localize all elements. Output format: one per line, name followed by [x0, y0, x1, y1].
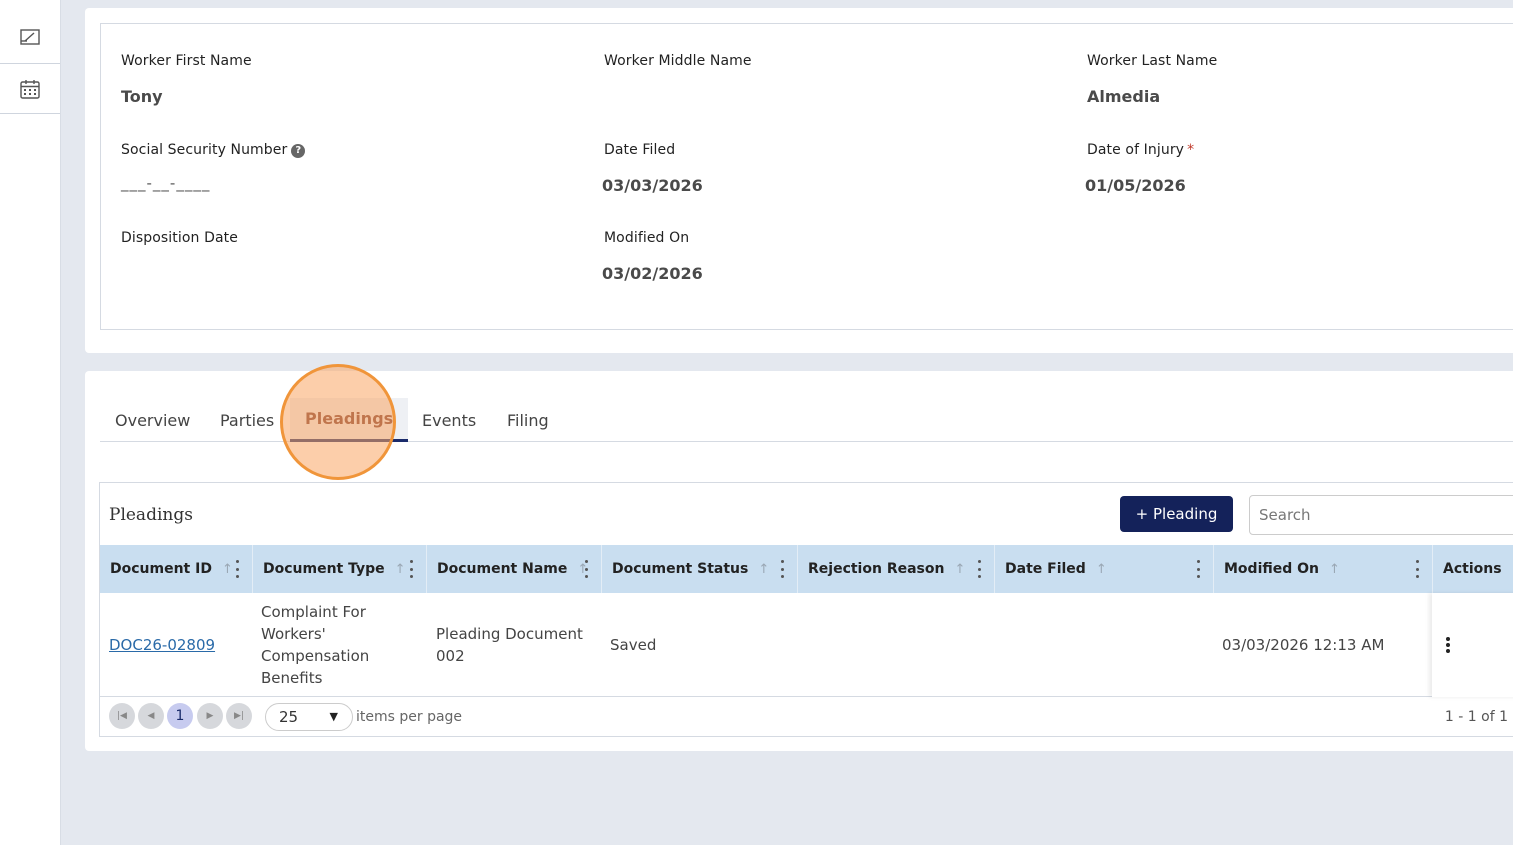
date-of-injury-field: Date of Injury * 01/05/2026: [1085, 142, 1195, 195]
sort-arrow-icon[interactable]: ↑: [395, 562, 406, 577]
first-page-icon[interactable]: |◀: [109, 703, 135, 729]
last-page-icon[interactable]: ▶|: [226, 703, 252, 729]
prev-page-icon[interactable]: ◀: [138, 703, 164, 729]
ssn-field: Social Security Number? ___-__-____: [121, 142, 306, 192]
column-label: Actions: [1443, 561, 1502, 577]
worker-last-name-value: Almedia: [1087, 87, 1161, 106]
column-label: Document ID: [110, 561, 212, 577]
date-filed-value: 03/03/2026: [602, 176, 703, 195]
cell-actions: [1432, 593, 1513, 697]
column-header-actions: Actions: [1433, 545, 1513, 593]
required-marker: *: [1187, 142, 1195, 158]
worker-first-name-field: Worker First Name Tony: [121, 53, 252, 106]
per-page-label: items per page: [356, 709, 463, 725]
next-page-icon[interactable]: ▶: [197, 703, 223, 729]
cell-document-id: DOC26-02809: [100, 593, 253, 697]
column-label: Document Type: [263, 561, 385, 577]
column-header-modified-on[interactable]: Modified On ↑: [1214, 545, 1433, 593]
cell-document-name: Pleading Document 002: [436, 625, 583, 665]
rail-item-notes[interactable]: [0, 0, 60, 64]
cell-document-type: Complaint For Workers' Compensation Bene…: [261, 603, 370, 687]
tab-events[interactable]: Events: [407, 398, 491, 442]
help-icon[interactable]: ?: [291, 144, 306, 158]
ssn-label: Social Security Number: [121, 142, 288, 158]
column-label: Date Filed: [1005, 561, 1086, 577]
sort-arrow-icon[interactable]: ↑: [954, 562, 965, 577]
disposition-date-label: Disposition Date: [121, 230, 238, 246]
page-size-select[interactable]: 25 ▼: [265, 703, 353, 731]
column-label: Document Name: [437, 561, 568, 577]
sort-arrow-icon[interactable]: ↑: [1329, 562, 1340, 577]
date-of-injury-value: 01/05/2026: [1085, 176, 1186, 195]
modified-on-value: 03/02/2026: [602, 264, 703, 283]
worker-info-panel: Worker First Name Tony Worker Middle Nam…: [100, 23, 1513, 330]
pager: |◀ ◀ 1 ▶ ▶| 25 ▼ items per page 1 - 1 of …: [100, 697, 1513, 737]
add-pleading-button[interactable]: + Pleading: [1120, 496, 1233, 532]
date-filed-label: Date Filed: [604, 142, 676, 158]
ssn-value: ___-__-____: [121, 174, 211, 192]
column-menu-icon[interactable]: [1197, 560, 1201, 578]
disposition-date-field: Disposition Date: [121, 230, 238, 264]
modified-on-field: Modified On 03/02/2026: [602, 230, 703, 283]
worker-first-name-value: Tony: [121, 87, 163, 106]
column-header-date-filed[interactable]: Date Filed ↑: [995, 545, 1214, 593]
worker-last-name-label: Worker Last Name: [1087, 53, 1218, 69]
caret-down-icon: ▼: [329, 710, 338, 723]
column-label: Modified On: [1224, 561, 1320, 577]
grid-toolbar: Pleadings + Pleading: [100, 483, 1513, 545]
left-rail: [0, 0, 61, 845]
worker-last-name-field: Worker Last Name Almedia: [1087, 53, 1217, 106]
column-menu-icon[interactable]: [978, 560, 982, 578]
calendar-icon: [20, 79, 40, 99]
modified-on-label: Modified On: [604, 230, 690, 246]
column-menu-icon[interactable]: [781, 560, 785, 578]
column-menu-icon[interactable]: [236, 560, 240, 578]
column-header-document-type[interactable]: Document Type ↑: [253, 545, 427, 593]
grid-title: Pleadings: [109, 505, 193, 525]
page-button-current[interactable]: 1: [167, 703, 193, 729]
worker-middle-name-field: Worker Middle Name: [604, 53, 752, 87]
date-filed-field: Date Filed 03/03/2026: [602, 142, 703, 195]
table-row: DOC26-02809 Complaint For Workers' Compe…: [100, 593, 1513, 697]
sort-arrow-icon[interactable]: ↑: [1096, 562, 1107, 577]
column-header-document-name[interactable]: Document Name ↑: [427, 545, 602, 593]
tab-filing[interactable]: Filing: [492, 398, 564, 442]
column-header-rejection-reason[interactable]: Rejection Reason ↑: [798, 545, 995, 593]
date-of-injury-label: Date of Injury: [1087, 142, 1185, 158]
cell-document-status: Saved: [610, 636, 657, 654]
page-size-value: 25: [279, 708, 299, 726]
column-label: Rejection Reason: [808, 561, 945, 577]
tab-overview[interactable]: Overview: [100, 398, 205, 442]
column-label: Document Status: [612, 561, 749, 577]
tab-parties[interactable]: Parties: [205, 398, 289, 442]
grid-header: Document ID ↑ Document Type ↑ Document Nam…: [100, 545, 1513, 593]
cell-rejection-reason: [798, 593, 995, 697]
row-actions-menu-icon[interactable]: [1446, 637, 1450, 653]
worker-middle-name-label: Worker Middle Name: [604, 53, 752, 69]
sort-arrow-icon[interactable]: ↑: [758, 562, 769, 577]
edit-note-icon: [20, 28, 40, 45]
rail-item-calendar[interactable]: [0, 64, 60, 114]
search-input[interactable]: [1249, 495, 1513, 535]
pager-range: 1 - 1 of 1: [1444, 709, 1508, 725]
column-header-document-id[interactable]: Document ID ↑: [100, 545, 253, 593]
pleadings-grid: Pleadings + Pleading Document ID ↑ Docume…: [99, 482, 1513, 737]
cell-modified-on: 03/03/2026 12:13 AM: [1222, 636, 1385, 654]
cell-date-filed: [995, 593, 1214, 697]
column-menu-icon[interactable]: [410, 560, 414, 578]
column-menu-icon[interactable]: [585, 560, 589, 578]
column-menu-icon[interactable]: [1416, 560, 1420, 578]
tab-bar: Overview Parties Pleadings Events Filing: [100, 398, 1513, 442]
column-header-document-status[interactable]: Document Status ↑: [602, 545, 798, 593]
tab-pleadings[interactable]: Pleadings: [290, 398, 409, 442]
document-id-link[interactable]: DOC26-02809: [109, 634, 215, 656]
sort-arrow-icon[interactable]: ↑: [222, 562, 233, 577]
worker-first-name-label: Worker First Name: [121, 53, 252, 69]
